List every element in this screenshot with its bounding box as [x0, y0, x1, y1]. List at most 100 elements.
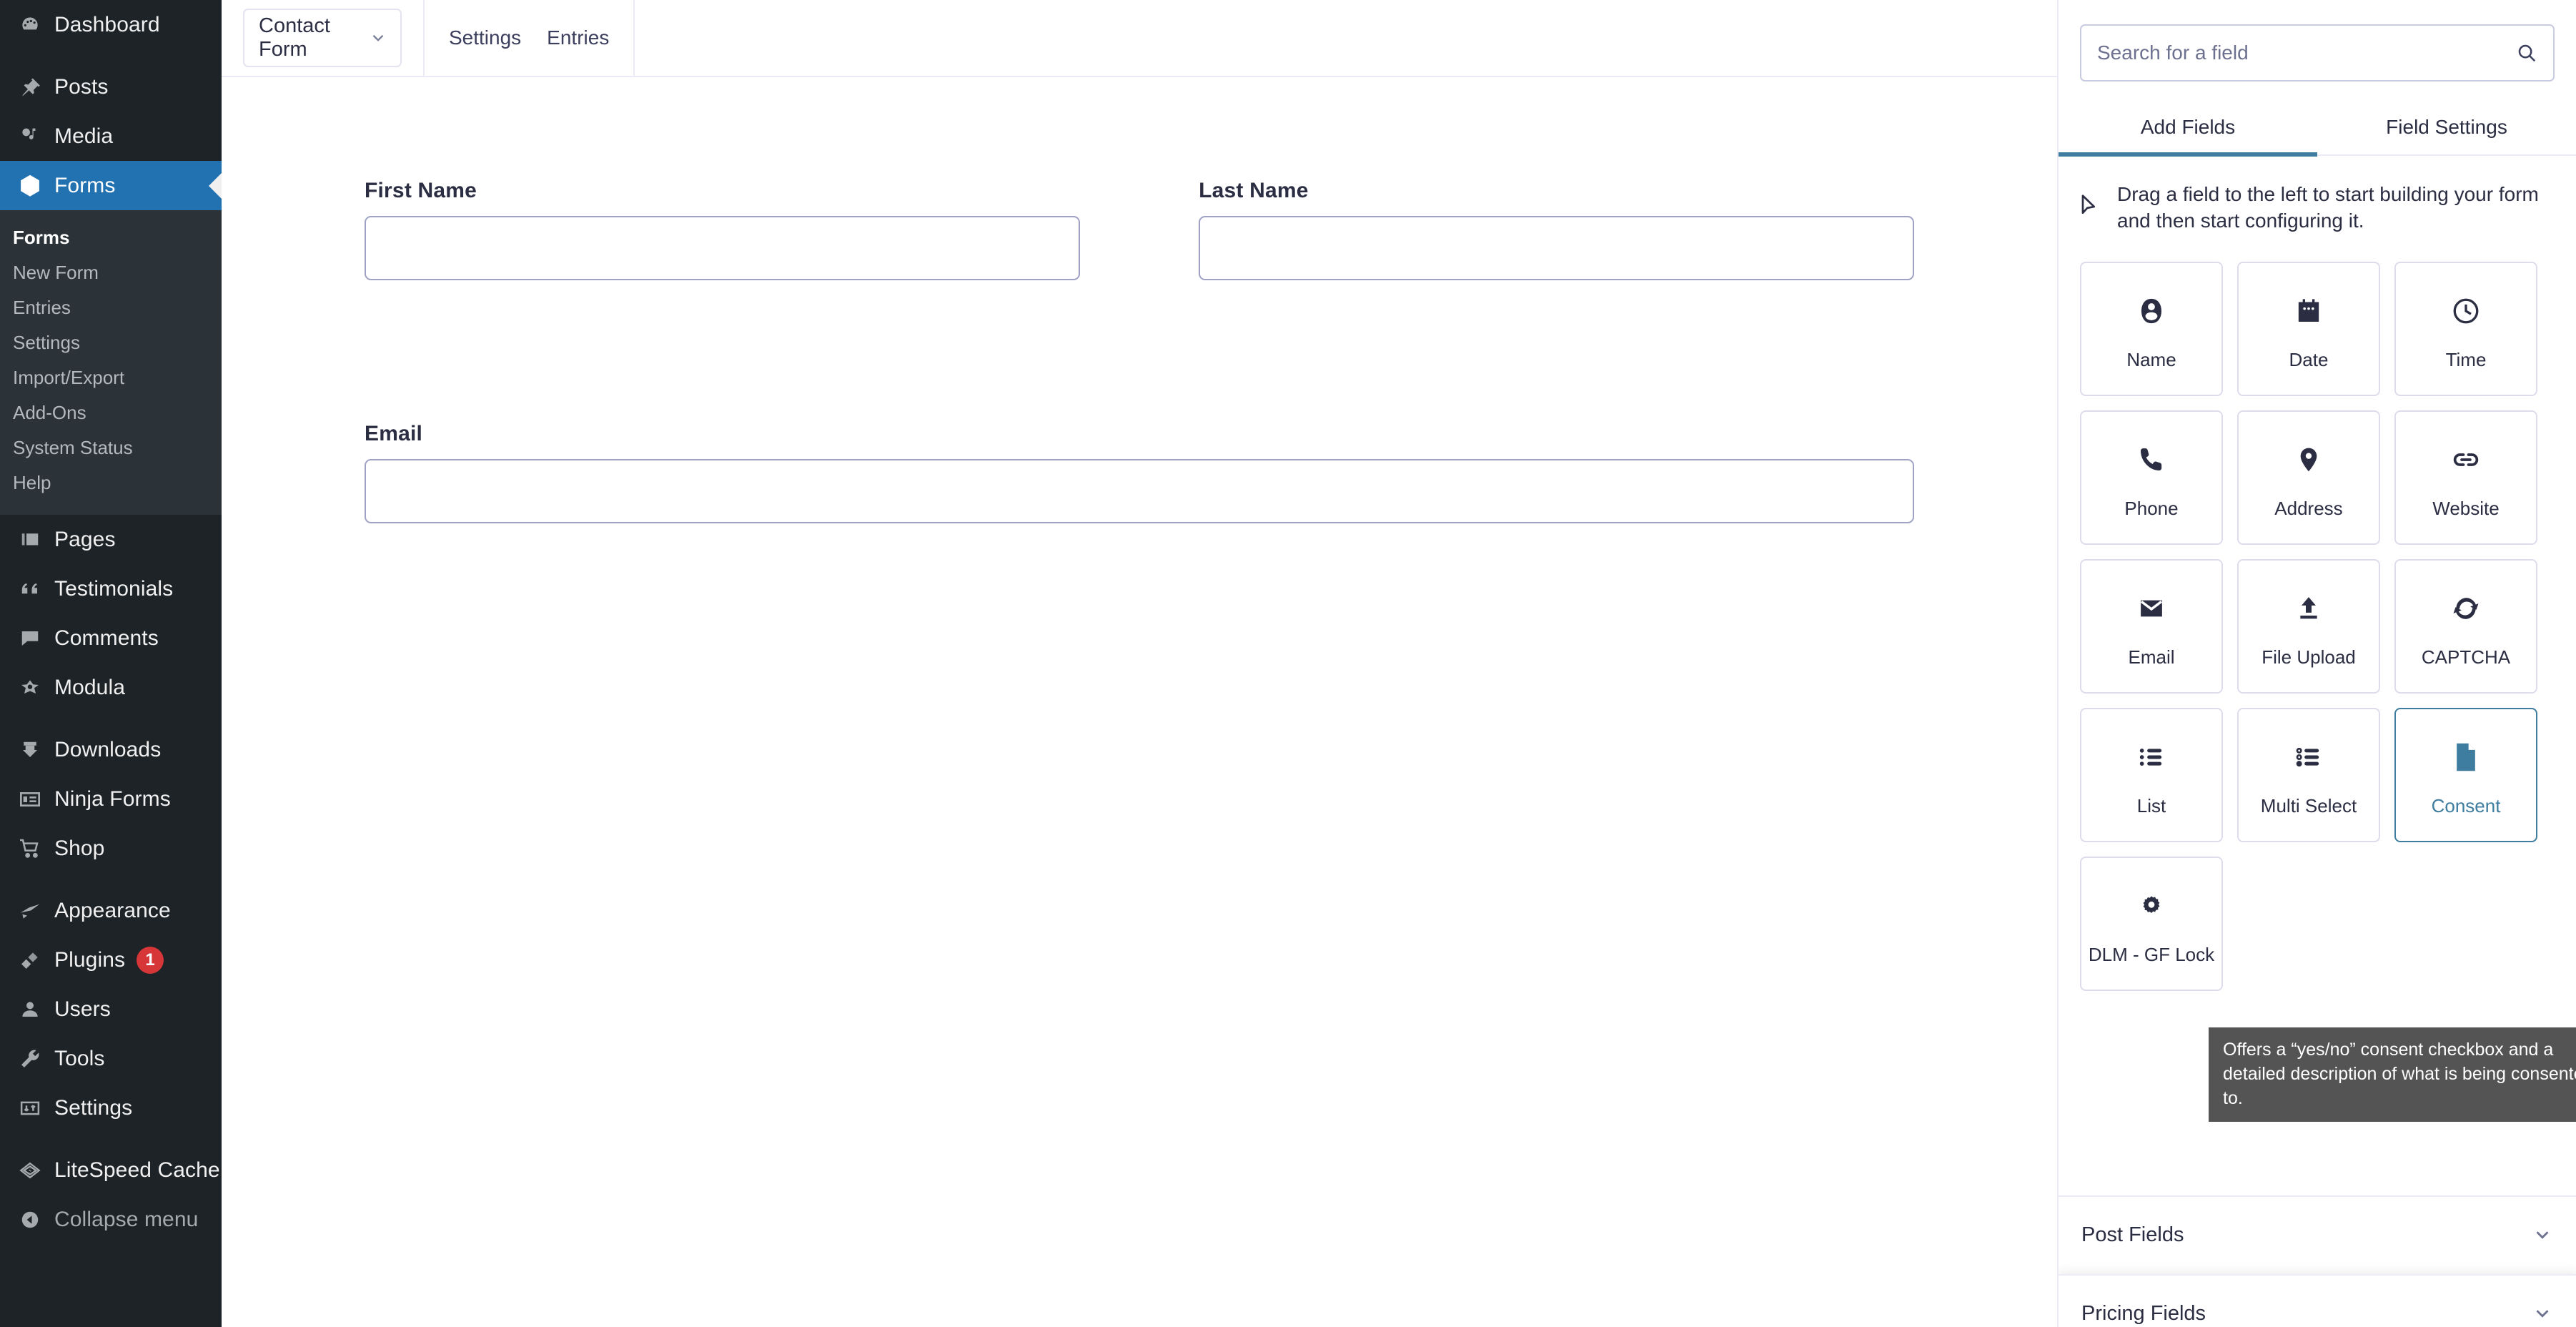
sidebar-separator [0, 49, 222, 62]
submenu-item-settings[interactable]: Settings [0, 325, 222, 360]
sidebar-separator [0, 712, 222, 725]
field-card-label: Name [2126, 349, 2176, 371]
sidebar-item-label: Appearance [54, 898, 171, 922]
phone-icon [2137, 435, 2166, 485]
submenu-item-add-ons[interactable]: Add-Ons [0, 395, 222, 430]
search-icon[interactable] [2516, 42, 2537, 64]
sidebar-item-shop[interactable]: Shop [0, 824, 222, 873]
form-field-first-name[interactable]: First Name [365, 179, 1080, 280]
form-field-email[interactable]: Email [365, 422, 1914, 523]
last-name-input[interactable] [1199, 216, 1915, 280]
field-card-multi-select[interactable]: Multi Select [2237, 707, 2380, 842]
field-card-label: Website [2432, 498, 2500, 520]
sidebar-item-tools[interactable]: Tools [0, 1034, 222, 1083]
sidebar-item-ninja-forms[interactable]: Ninja Forms [0, 774, 222, 824]
sidebar-item-testimonials[interactable]: Testimonials [0, 564, 222, 613]
sidebar-item-posts[interactable]: Posts [0, 62, 222, 112]
field-card-date[interactable]: Date [2237, 261, 2380, 396]
collapse-menu-button[interactable]: Collapse menu [0, 1195, 222, 1244]
cursor-arrow-icon [2079, 193, 2100, 222]
row-gap [1080, 179, 1199, 280]
field-card-email[interactable]: Email [2080, 558, 2223, 694]
person-circle-icon [2136, 286, 2166, 336]
sidebar-item-dashboard[interactable]: Dashboard [0, 0, 222, 49]
media-icon [13, 125, 47, 148]
field-card-website[interactable]: Website [2394, 410, 2537, 545]
sidebar-item-pages[interactable]: Pages [0, 515, 222, 564]
field-card-file-upload[interactable]: File Upload [2237, 558, 2380, 694]
submenu-item-new-form[interactable]: New Form [0, 255, 222, 290]
quote-icon [13, 578, 47, 600]
sidebar-item-litespeed-cache[interactable]: LiteSpeed Cache [0, 1145, 222, 1195]
download-icon [13, 739, 47, 761]
sidebar-item-forms[interactable]: Forms [0, 161, 222, 210]
refresh-icon [2451, 583, 2481, 633]
field-card-label: List [2136, 795, 2166, 817]
accordion-pricing-fields[interactable]: Pricing Fields [2059, 1274, 2576, 1327]
submenu-item-forms[interactable]: Forms [0, 220, 222, 255]
comment-icon [13, 628, 47, 649]
tab-field-settings[interactable]: Field Settings [2317, 106, 2576, 154]
form-switcher-dropdown[interactable]: Contact Form [243, 9, 402, 67]
sidebar-item-label: LiteSpeed Cache [54, 1158, 220, 1182]
settings-sliders-icon [13, 1097, 47, 1119]
submenu-item-import-export[interactable]: Import/Export [0, 360, 222, 395]
tab-entries[interactable]: Entries [547, 26, 609, 49]
field-panel: Search for a field Add Fields Field Sett… [2057, 0, 2576, 1327]
list-icon [2137, 732, 2166, 782]
field-card-address[interactable]: Address [2237, 410, 2380, 545]
field-card-label: Consent [2431, 795, 2501, 817]
modula-icon [13, 676, 47, 699]
sidebar-separator [0, 873, 222, 886]
first-name-input[interactable] [365, 216, 1080, 280]
sidebar-item-label: Ninja Forms [54, 786, 171, 811]
field-card-list[interactable]: List [2080, 707, 2223, 842]
sidebar-item-plugins[interactable]: Plugins 1 [0, 935, 222, 985]
sidebar-item-appearance[interactable]: Appearance [0, 886, 222, 935]
panel-hint: Drag a field to the left to start buildi… [2059, 156, 2576, 235]
submenu-item-system-status[interactable]: System Status [0, 430, 222, 465]
panel-search-wrap: Search for a field [2059, 0, 2576, 82]
dashboard-icon [13, 14, 47, 36]
field-card-label: Email [2128, 646, 2175, 669]
header-tabs: Settings Entries [425, 0, 633, 77]
field-card-label: DLM - GF Lock [2088, 944, 2215, 966]
sidebar-item-users[interactable]: Users [0, 985, 222, 1034]
email-input[interactable] [365, 459, 1914, 523]
accordion-post-fields[interactable]: Post Fields [2059, 1195, 2576, 1273]
field-card-label: Address [2274, 498, 2343, 520]
collapse-menu-label: Collapse menu [54, 1207, 199, 1231]
submenu-item-help[interactable]: Help [0, 465, 222, 500]
upload-icon [2294, 583, 2323, 633]
field-card-label: Multi Select [2260, 795, 2357, 817]
field-label: Email [365, 422, 423, 445]
field-card-phone[interactable]: Phone [2080, 410, 2223, 545]
field-card-dlm-gf-lock[interactable]: DLM - GF Lock [2080, 856, 2223, 991]
sidebar-item-comments[interactable]: Comments [0, 613, 222, 663]
field-card-consent[interactable]: Consent [2394, 707, 2537, 842]
field-card-name[interactable]: Name [2080, 261, 2223, 396]
field-tooltip: Offers a “yes/no” consent checkbox and a… [2209, 1027, 2576, 1122]
canvas-row: First Name Last Name [222, 79, 2057, 280]
tab-add-fields[interactable]: Add Fields [2059, 106, 2317, 157]
field-card-label: CAPTCHA [2421, 646, 2511, 669]
brush-icon [13, 899, 47, 922]
canvas-row: Email [222, 280, 2057, 523]
sidebar-item-label: Settings [54, 1095, 133, 1120]
field-card-time[interactable]: Time [2394, 261, 2537, 396]
clock-icon [2451, 286, 2481, 336]
form-field-last-name[interactable]: Last Name [1199, 179, 1915, 280]
tab-settings[interactable]: Settings [449, 26, 521, 49]
sidebar-item-settings[interactable]: Settings [0, 1083, 222, 1133]
wrench-icon [13, 1047, 47, 1070]
field-label: Last Name [1199, 179, 1309, 202]
submenu-item-entries[interactable]: Entries [0, 290, 222, 325]
field-card-captcha[interactable]: CAPTCHA [2394, 558, 2537, 694]
sidebar-item-modula[interactable]: Modula [0, 663, 222, 712]
search-field-input[interactable]: Search for a field [2080, 24, 2555, 82]
forms-submenu: Forms New Form Entries Settings Import/E… [0, 210, 222, 515]
sidebar-item-media[interactable]: Media [0, 112, 222, 161]
document-icon [2452, 732, 2480, 782]
sidebar-item-downloads[interactable]: Downloads [0, 725, 222, 774]
accordion-label: Pricing Fields [2081, 1301, 2206, 1325]
